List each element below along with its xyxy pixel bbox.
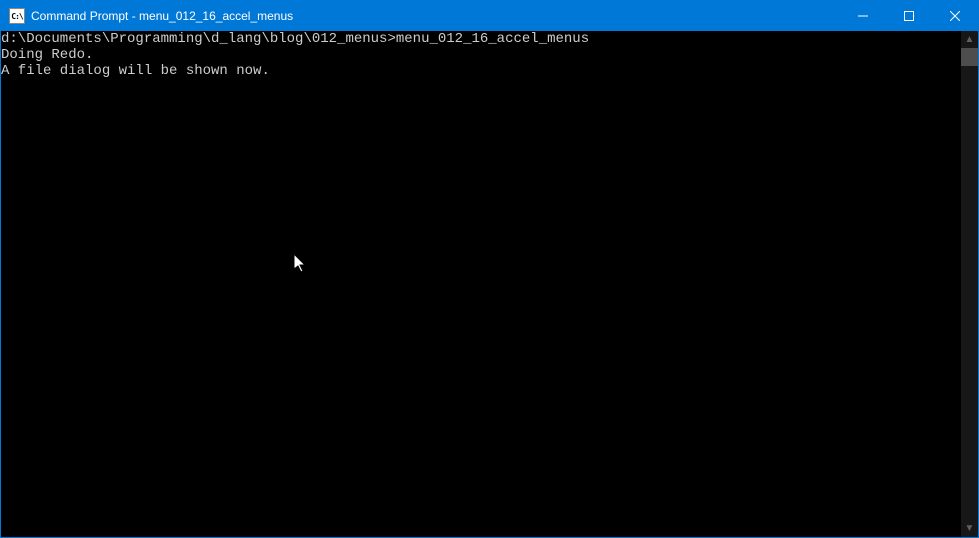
window-controls [840, 1, 978, 31]
scroll-up-arrow-icon[interactable]: ▲ [961, 31, 978, 48]
console-area[interactable]: d:\Documents\Programming\d_lang\blog\012… [1, 31, 978, 537]
scroll-down-arrow-icon[interactable]: ▼ [961, 520, 978, 537]
console-line: Doing Redo. [1, 47, 961, 63]
close-icon [950, 11, 960, 21]
maximize-icon [904, 11, 914, 21]
console-output: d:\Documents\Programming\d_lang\blog\012… [1, 31, 961, 537]
minimize-button[interactable] [840, 1, 886, 31]
console-line: d:\Documents\Programming\d_lang\blog\012… [1, 31, 961, 47]
scroll-thumb[interactable] [961, 48, 978, 66]
maximize-button[interactable] [886, 1, 932, 31]
titlebar[interactable]: C:\ Command Prompt - menu_012_16_accel_m… [1, 1, 978, 31]
console-line: A file dialog will be shown now. [1, 63, 961, 79]
minimize-icon [858, 11, 868, 21]
close-button[interactable] [932, 1, 978, 31]
window-title: Command Prompt - menu_012_16_accel_menus [31, 9, 840, 23]
cmd-icon[interactable]: C:\ [9, 8, 25, 24]
vertical-scrollbar[interactable]: ▲ ▼ [961, 31, 978, 537]
